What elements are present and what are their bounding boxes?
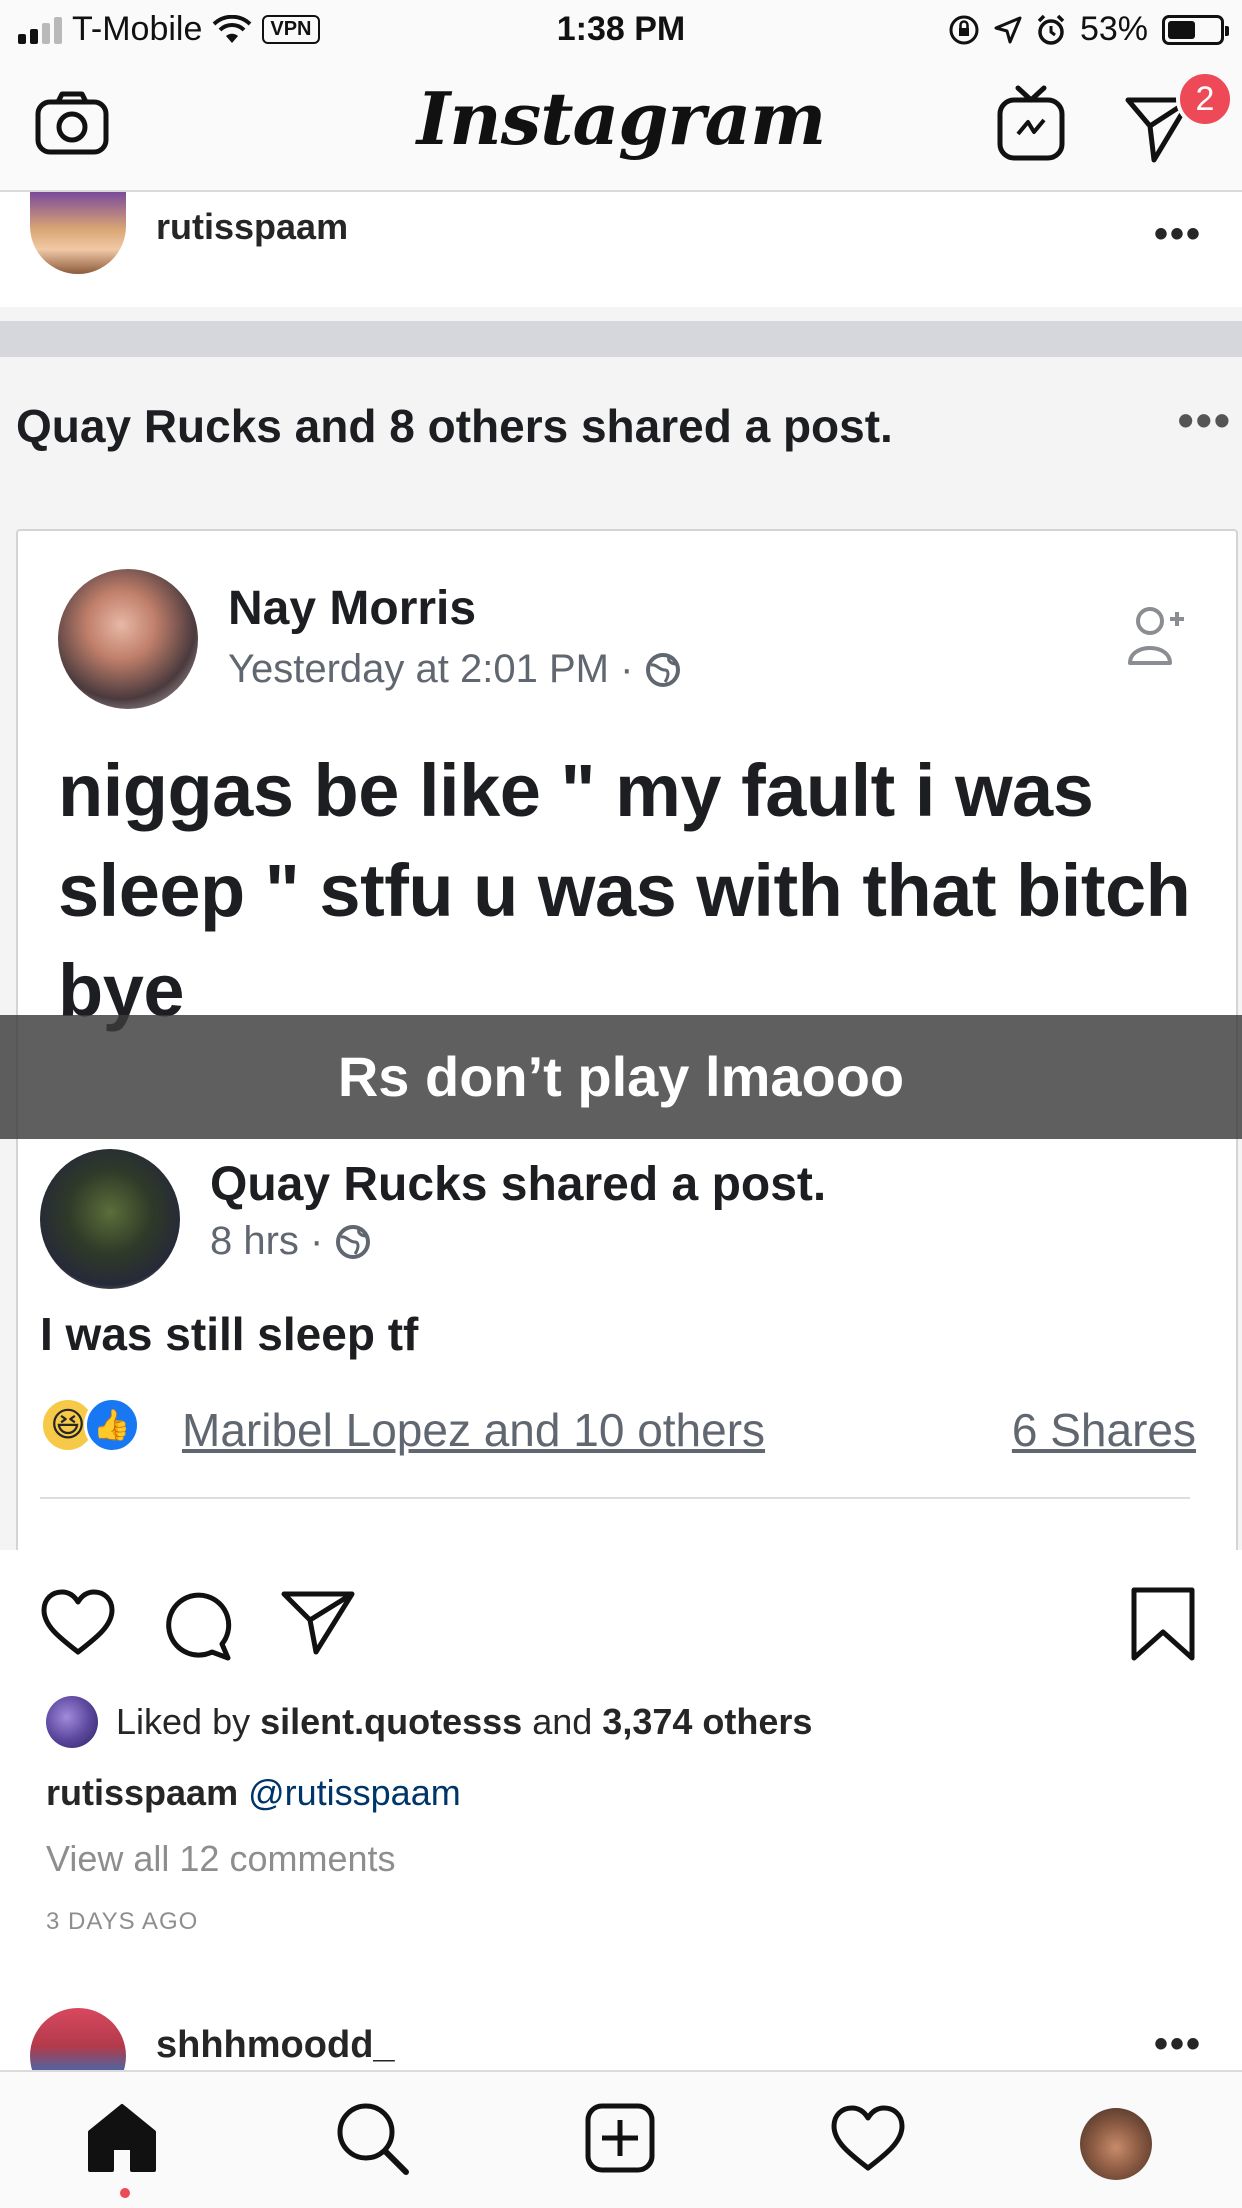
fb-divider <box>40 1497 1190 1499</box>
avatar[interactable] <box>30 2008 126 2070</box>
likes-row: Liked by silent.quotesss and 3,374 other… <box>46 1696 812 1748</box>
app-header: Instagram 2 <box>0 62 1242 192</box>
fb-sharer-avatar <box>40 1149 180 1289</box>
share-icon[interactable] <box>280 1588 356 1658</box>
avatar[interactable] <box>30 192 126 274</box>
fb-sharer-name: Quay Rucks <box>210 1158 488 1211</box>
likes-count[interactable]: 3,374 others <box>602 1701 812 1742</box>
direct-button[interactable]: 2 <box>1124 70 1234 168</box>
post-actions <box>0 1570 1242 1680</box>
activity-dot <box>120 2188 130 2198</box>
bookmark-icon[interactable] <box>1130 1586 1196 1662</box>
heart-icon[interactable] <box>830 2104 906 2174</box>
fb-author-meta: Yesterday at 2:01 PM · <box>228 647 683 692</box>
like-heart-icon[interactable] <box>40 1588 116 1658</box>
caption-username[interactable]: rutisspaam <box>46 1772 238 1813</box>
liker-username[interactable]: silent.quotesss <box>260 1701 522 1742</box>
caption-mention[interactable]: @rutisspaam <box>248 1772 461 1813</box>
globe-icon <box>336 1224 371 1259</box>
shares-count: 6 Shares <box>1011 1404 1196 1456</box>
fb-post-text: niggas be like " my fault i was sleep " … <box>58 749 1191 1032</box>
location-icon <box>994 16 1022 43</box>
fb-sharer-text: I was still sleep tf <box>40 1308 419 1360</box>
comment-icon[interactable] <box>160 1588 234 1662</box>
orientation-lock-icon <box>949 15 979 44</box>
status-bar: T-Mobile VPN 1:38 PM 53% <box>0 0 1242 62</box>
globe-icon <box>646 652 681 687</box>
fb-author-time: Yesterday at 2:01 PM · <box>228 647 634 691</box>
fb-author-name: Nay Morris <box>228 582 477 635</box>
likes-prefix: Liked by <box>116 1701 251 1742</box>
more-options-icon[interactable]: ••• <box>1154 2022 1202 2067</box>
post-timestamp: 3 DAYS AGO <box>46 1908 199 1935</box>
post-image[interactable]: Quay Rucks and 8 others shared a post. •… <box>0 307 1242 1550</box>
battery-icon <box>1162 14 1229 45</box>
next-post-header: shhhmoodd_ ••• <box>0 2004 1242 2070</box>
fb-sharer-time: 8 hrs · <box>210 1219 324 1263</box>
fb-sharer-action: shared a post. <box>487 1158 827 1211</box>
like-reaction-icon: 👍 <box>84 1397 140 1453</box>
next-post-username[interactable]: shhhmoodd_ <box>156 2024 395 2067</box>
fb-sharer-line: Quay Rucks shared a post. <box>210 1157 826 1212</box>
search-icon[interactable] <box>334 2100 410 2176</box>
profile-avatar[interactable] <box>1080 2108 1152 2180</box>
post-username[interactable]: rutisspaam <box>156 206 348 248</box>
add-friend-icon <box>1128 607 1184 665</box>
fb-author-avatar <box>58 569 198 709</box>
snap-caption-overlay: Rs don’t play lmaooo <box>0 1015 1242 1139</box>
home-icon[interactable] <box>86 2102 158 2174</box>
liker-avatar[interactable] <box>46 1696 98 1748</box>
fb-more-icon: ••• <box>1177 394 1232 446</box>
alarm-icon <box>1037 14 1065 45</box>
caption-row: rutisspaam @rutisspaam <box>46 1772 461 1814</box>
add-post-icon[interactable] <box>584 2102 656 2174</box>
tab-bar <box>0 2070 1242 2208</box>
battery-percent: 53% <box>1079 10 1148 48</box>
reactions-icons: 😆 👍 <box>40 1397 140 1453</box>
shared-post-line: Quay Rucks and 8 others shared a post. <box>16 400 893 452</box>
post-header: rutisspaam ••• <box>0 192 1242 307</box>
fb-sharer-meta: 8 hrs · <box>210 1219 373 1264</box>
battery-fill <box>1168 20 1195 39</box>
status-right: 53% <box>948 10 1229 49</box>
reactions-text: Maribel Lopez and 10 others <box>182 1404 766 1456</box>
likes-middle: and <box>532 1701 593 1742</box>
view-comments-link[interactable]: View all 12 comments <box>46 1838 396 1880</box>
more-options-icon[interactable]: ••• <box>1154 212 1202 257</box>
igtv-icon[interactable] <box>996 84 1066 162</box>
notification-badge: 2 <box>1176 70 1234 128</box>
image-divider-band <box>0 321 1242 357</box>
